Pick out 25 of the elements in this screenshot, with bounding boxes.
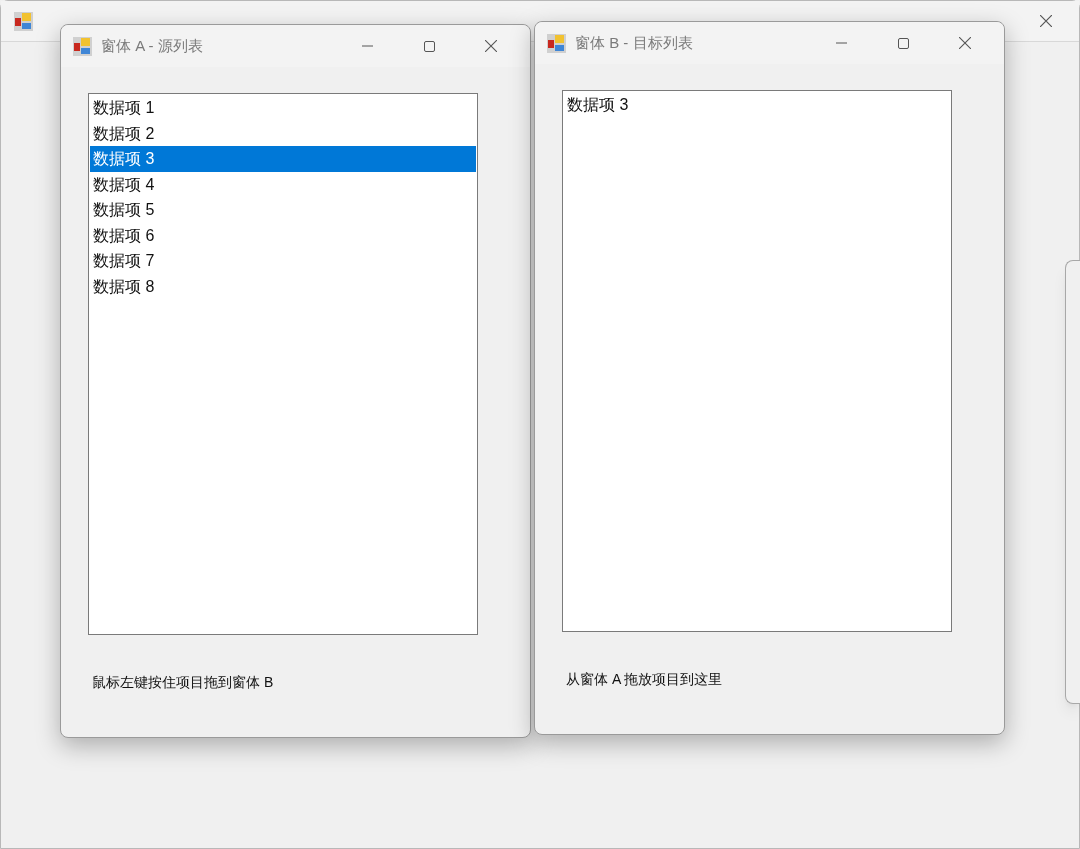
app-icon [14, 11, 33, 31]
list-item[interactable]: 数据项 4 [90, 171, 476, 197]
list-item[interactable]: 数据项 6 [90, 222, 476, 248]
window-title: 窗体 A - 源列表 [101, 35, 203, 56]
app-icon [547, 33, 566, 53]
minimize-icon [361, 45, 373, 47]
window-title: 窗体 B - 目标列表 [575, 32, 693, 53]
app-icon [73, 36, 92, 56]
list-item[interactable]: 数据项 1 [90, 95, 476, 121]
list-item[interactable]: 数据项 2 [90, 120, 476, 146]
hint-label: 从窗体 A 拖放项目到这里 [566, 670, 723, 689]
list-box[interactable]: 数据项 1 数据项 2 数据项 3 数据项 4 数据项 5 数据项 6 数据项 7 数据项 8 [88, 93, 478, 635]
close-icon [485, 40, 497, 52]
list-item[interactable]: 数据项 8 [90, 273, 476, 299]
list-item[interactable]: 数据项 3 [90, 146, 476, 172]
list-item[interactable]: 数据项 7 [90, 248, 476, 274]
list-box[interactable]: 数据项 3 [562, 90, 952, 632]
minimize-icon [835, 42, 847, 44]
list-item[interactable]: 数据项 5 [90, 197, 476, 223]
close-icon [1040, 15, 1052, 27]
maximize-icon [423, 40, 435, 52]
hint-label: 鼠标左键按住项目拖到窗体 B [92, 673, 274, 692]
maximize-icon [897, 37, 909, 49]
close-icon [959, 37, 971, 49]
list-item[interactable]: 数据项 3 [564, 92, 950, 118]
